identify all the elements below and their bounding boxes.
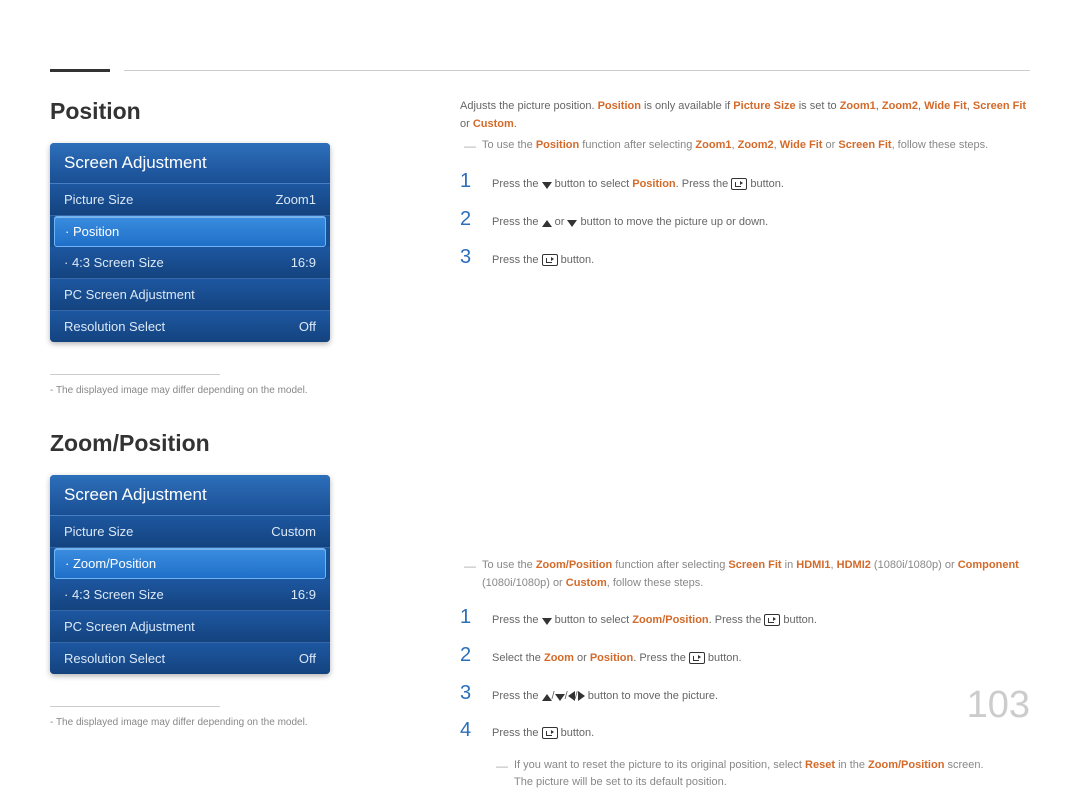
arrow-up-icon <box>542 694 552 701</box>
zoom-position-step-2: 2 Select the Zoom or Position. Press the… <box>460 644 1030 668</box>
menu-row-position-selected[interactable]: Position <box>54 216 326 247</box>
menu-row-resolution-select[interactable]: Resolution Select Off <box>50 643 330 674</box>
left-column: Position Screen Adjustment Picture Size … <box>50 98 410 806</box>
menu-row-resolution-select[interactable]: Resolution Select Off <box>50 311 330 342</box>
header-divider <box>124 70 1030 71</box>
footnote-text: - The displayed image may differ dependi… <box>50 717 365 728</box>
arrow-down-icon <box>555 694 565 701</box>
right-column: Adjusts the picture position. Position i… <box>410 98 1030 806</box>
tip-dash-icon: ― <box>464 557 476 576</box>
arrow-down-icon <box>542 618 552 625</box>
zoom-position-step-4: 4 Press the button. <box>460 719 1030 743</box>
enter-icon <box>731 178 747 190</box>
menu-label: PC Screen Adjustment <box>64 287 195 302</box>
enter-icon <box>542 254 558 266</box>
menu-row-pc-screen-adjustment[interactable]: PC Screen Adjustment <box>50 279 330 311</box>
zoom-position-tip: ― To use the Zoom/Position function afte… <box>460 557 1030 592</box>
menu-value: Custom <box>271 524 316 539</box>
step-number: 3 <box>460 246 478 269</box>
position-step-1: 1 Press the button to select Position. P… <box>460 170 1030 194</box>
arrow-down-icon <box>567 220 577 227</box>
menu-row-43-screen-size[interactable]: 4:3 Screen Size 16:9 <box>50 247 330 279</box>
header-accent-bar <box>50 69 110 72</box>
menu-row-picture-size[interactable]: Picture Size Custom <box>50 516 330 548</box>
reset-note: ― If you want to reset the picture to it… <box>492 757 1030 792</box>
menu-value: Off <box>299 651 316 666</box>
menu-row-pc-screen-adjustment[interactable]: PC Screen Adjustment <box>50 611 330 643</box>
menu-value: Zoom1 <box>276 192 316 207</box>
arrow-down-icon <box>542 182 552 189</box>
footnote-divider <box>50 374 220 375</box>
menu-value: Off <box>299 319 316 334</box>
arrow-right-icon <box>578 691 585 701</box>
tip-dash-icon: ― <box>464 137 476 156</box>
zoom-position-step-1: 1 Press the button to select Zoom/Positi… <box>460 606 1030 630</box>
step-number: 3 <box>460 682 478 705</box>
menu-value: 16:9 <box>291 255 316 270</box>
menu-label: 4:3 Screen Size <box>64 587 164 602</box>
menu-label: Resolution Select <box>64 319 165 334</box>
position-step-2: 2 Press the or button to move the pictur… <box>460 208 1030 232</box>
menu-panel-position: Screen Adjustment Picture Size Zoom1 Pos… <box>50 143 330 342</box>
position-step-3: 3 Press the button. <box>460 246 1030 270</box>
zoom-position-step-3: 3 Press the /// button to move the pictu… <box>460 682 1030 706</box>
step-number: 2 <box>460 644 478 667</box>
page-number: 103 <box>967 684 1030 727</box>
enter-icon <box>689 652 705 664</box>
menu-label: 4:3 Screen Size <box>64 255 164 270</box>
step-number: 1 <box>460 170 478 193</box>
step-number: 4 <box>460 719 478 742</box>
menu-label: Zoom/Position <box>65 556 156 571</box>
step-number: 1 <box>460 606 478 629</box>
section-title-zoom-position: Zoom/Position <box>50 430 365 457</box>
menu-value: 16:9 <box>291 587 316 602</box>
step-number: 2 <box>460 208 478 231</box>
menu-row-zoom-position-selected[interactable]: Zoom/Position <box>54 548 326 579</box>
tip-dash-icon: ― <box>496 757 508 776</box>
section-title-position: Position <box>50 98 365 125</box>
menu-header: Screen Adjustment <box>50 143 330 184</box>
footnote-text: - The displayed image may differ dependi… <box>50 385 365 396</box>
menu-header: Screen Adjustment <box>50 475 330 516</box>
menu-label: Position <box>65 224 119 239</box>
menu-label: PC Screen Adjustment <box>64 619 195 634</box>
page-content: Position Screen Adjustment Picture Size … <box>0 0 1080 806</box>
menu-row-picture-size[interactable]: Picture Size Zoom1 <box>50 184 330 216</box>
menu-panel-zoom-position: Screen Adjustment Picture Size Custom Zo… <box>50 475 330 674</box>
enter-icon <box>542 727 558 739</box>
position-intro: Adjusts the picture position. Position i… <box>460 98 1030 133</box>
arrow-left-icon <box>568 691 575 701</box>
menu-row-43-screen-size[interactable]: 4:3 Screen Size 16:9 <box>50 579 330 611</box>
menu-label: Picture Size <box>64 192 133 207</box>
position-tip: ― To use the Position function after sel… <box>460 137 1030 156</box>
arrow-up-icon <box>542 220 552 227</box>
menu-label: Resolution Select <box>64 651 165 666</box>
menu-label: Picture Size <box>64 524 133 539</box>
enter-icon <box>764 614 780 626</box>
footnote-divider <box>50 706 220 707</box>
